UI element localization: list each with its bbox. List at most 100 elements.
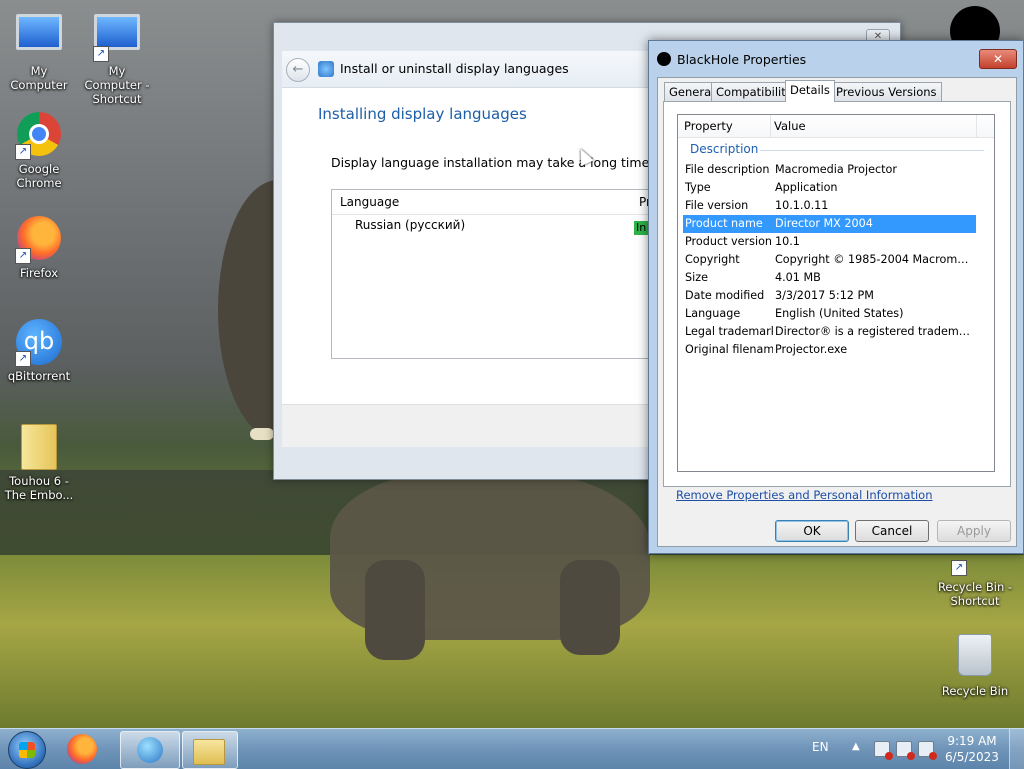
tab-details[interactable]: Details — [785, 80, 835, 102]
property-value: 10.1 — [775, 235, 800, 248]
desktop-icon-my-computer-shortcut[interactable]: ↗ My Computer - Shortcut — [79, 8, 155, 106]
property-row-selected[interactable]: Product name Director MX 2004 — [683, 215, 976, 233]
property-key: Product version — [685, 235, 773, 248]
property-row[interactable]: File description Macromedia Projector — [683, 161, 976, 179]
property-key: Date modified — [685, 289, 765, 302]
show-hidden-icons-icon[interactable]: ▲ — [852, 741, 860, 752]
firefox-icon: ↗ — [15, 216, 63, 264]
tab-previous-versions[interactable]: Previous Versions — [831, 82, 942, 101]
desktop-icon-touhou[interactable]: Touhou 6 - The Embo... — [1, 422, 77, 502]
wallpaper-elephant-leg — [560, 560, 620, 655]
property-row[interactable]: Size 4.01 MB — [683, 269, 976, 287]
wallpaper-elephant-leg — [365, 560, 425, 660]
dialog-title-text: BlackHole Properties — [677, 52, 807, 67]
volume-icon[interactable] — [918, 741, 937, 760]
properties-dialog: BlackHole Properties ✕ General Compatibi… — [648, 40, 1024, 554]
desktop-icon-chrome[interactable]: ↗ Google Chrome — [1, 110, 77, 190]
windows-logo-icon — [19, 742, 35, 758]
wizard-title: Install or uninstall display languages — [340, 61, 569, 76]
section-description: Description — [690, 142, 759, 156]
show-desktop-button[interactable] — [1009, 729, 1024, 769]
taskbar-language-installer[interactable] — [120, 731, 180, 769]
column-divider — [770, 115, 771, 137]
property-row[interactable]: File version 10.1.0.11 — [683, 197, 976, 215]
property-value: Macromedia Projector — [775, 163, 897, 176]
language-table: Language Pr Russian (русский) In — [331, 189, 663, 359]
property-row[interactable]: Product version 10.1 — [683, 233, 976, 251]
language-globe-icon — [318, 61, 334, 77]
cancel-button[interactable]: Cancel — [855, 520, 929, 542]
property-key: File version — [685, 199, 749, 212]
close-button[interactable]: ✕ — [979, 49, 1017, 69]
property-row[interactable]: Original filename Projector.exe — [683, 341, 976, 359]
column-header-language: Language — [340, 195, 400, 209]
desktop-icon-label: Touhou 6 - The Embo... — [4, 474, 74, 502]
taskbar-firefox[interactable] — [64, 731, 108, 767]
desktop-icon-label: My Computer - Shortcut — [84, 64, 150, 106]
remove-properties-link[interactable]: Remove Properties and Personal Informati… — [676, 488, 933, 502]
property-value: Director® is a registered trademark a... — [775, 325, 973, 338]
clock-time: 9:19 AM — [947, 734, 997, 748]
shortcut-arrow-icon: ↗ — [15, 248, 31, 264]
property-value: 10.1.0.11 — [775, 199, 829, 212]
property-row[interactable]: Date modified 3/3/2017 5:12 PM — [683, 287, 976, 305]
desktop-icon-label: Recycle Bin — [941, 684, 1009, 698]
clock[interactable]: 9:19 AM 6/5/2023 — [944, 733, 1000, 765]
shortcut-arrow-icon: ↗ — [93, 46, 109, 62]
column-header-value[interactable]: Value — [774, 119, 806, 133]
shortcut-arrow-icon: ↗ — [951, 560, 967, 576]
network-icon[interactable] — [896, 741, 915, 760]
start-button[interactable] — [8, 731, 46, 769]
property-value: 4.01 MB — [775, 271, 821, 284]
column-header-property[interactable]: Property — [684, 119, 733, 133]
input-language-indicator[interactable]: EN — [812, 740, 829, 754]
desktop-icon-recycle-bin-shortcut[interactable]: ↗ Recycle Bin - Shortcut — [937, 548, 1013, 608]
language-name: Russian (русский) — [355, 218, 466, 232]
desktop-icon-label: qBittorrent — [7, 369, 71, 383]
desktop-icon-recycle-bin[interactable]: Recycle Bin — [937, 630, 1013, 698]
taskbar-explorer[interactable] — [182, 731, 238, 769]
desktop-icon-my-computer[interactable]: My Computer — [1, 8, 77, 92]
language-installer-icon — [137, 737, 163, 763]
property-key: Copyright — [685, 253, 740, 266]
desktop-icon-firefox[interactable]: ↗ Firefox — [1, 214, 77, 280]
property-row[interactable]: Language English (United States) — [683, 305, 976, 323]
property-key: Size — [685, 271, 708, 284]
dialog-body: General Compatibility Details Previous V… — [657, 77, 1017, 547]
property-value: Director MX 2004 — [775, 217, 873, 230]
property-value: Application — [775, 181, 838, 194]
wallpaper-elephant-tusk — [250, 428, 274, 440]
blackhole-icon — [657, 52, 671, 66]
property-row[interactable]: Legal trademarksDirector® is a registere… — [683, 323, 976, 341]
apply-button[interactable]: Apply — [937, 520, 1011, 542]
language-table-header: Language Pr — [332, 190, 662, 215]
shortcut-arrow-icon: ↗ — [15, 144, 31, 160]
folder-icon — [15, 424, 63, 472]
property-key: File description — [685, 163, 770, 176]
action-center-icon[interactable] — [874, 741, 893, 760]
desktop-icon-qbittorrent[interactable]: qb ↗ qBittorrent — [1, 318, 77, 383]
details-panel: Property Value Description File descript… — [663, 101, 1011, 487]
shortcut-arrow-icon: ↗ — [15, 351, 31, 367]
desktop-icon-label: Firefox — [19, 266, 59, 280]
property-value: 3/3/2017 5:12 PM — [775, 289, 874, 302]
language-row: Russian (русский) In — [332, 215, 662, 237]
property-key: Product name — [685, 217, 763, 230]
ok-button[interactable]: OK — [775, 520, 849, 542]
firefox-icon — [67, 734, 97, 764]
property-key: Legal trademarks — [685, 325, 773, 338]
taskbar: EN ▲ 9:19 AM 6/5/2023 — [0, 728, 1024, 769]
details-list-header: Property Value — [678, 115, 994, 138]
column-divider — [976, 115, 977, 137]
recycle-bin-icon — [951, 634, 999, 682]
property-row[interactable]: Copyright Copyright © 1985-2004 Macromedi… — [683, 251, 976, 269]
desktop-icon-label: My Computer — [10, 64, 68, 92]
dialog-title: BlackHole Properties — [657, 52, 806, 67]
desktop-icon-label: Recycle Bin - Shortcut — [937, 580, 1013, 608]
back-arrow-icon[interactable]: ← — [286, 58, 310, 82]
clock-date: 6/5/2023 — [945, 750, 999, 764]
qbittorrent-icon: qb ↗ — [15, 319, 63, 367]
chrome-icon: ↗ — [15, 112, 63, 160]
property-row[interactable]: Type Application — [683, 179, 976, 197]
details-list[interactable]: Property Value Description File descript… — [677, 114, 995, 472]
